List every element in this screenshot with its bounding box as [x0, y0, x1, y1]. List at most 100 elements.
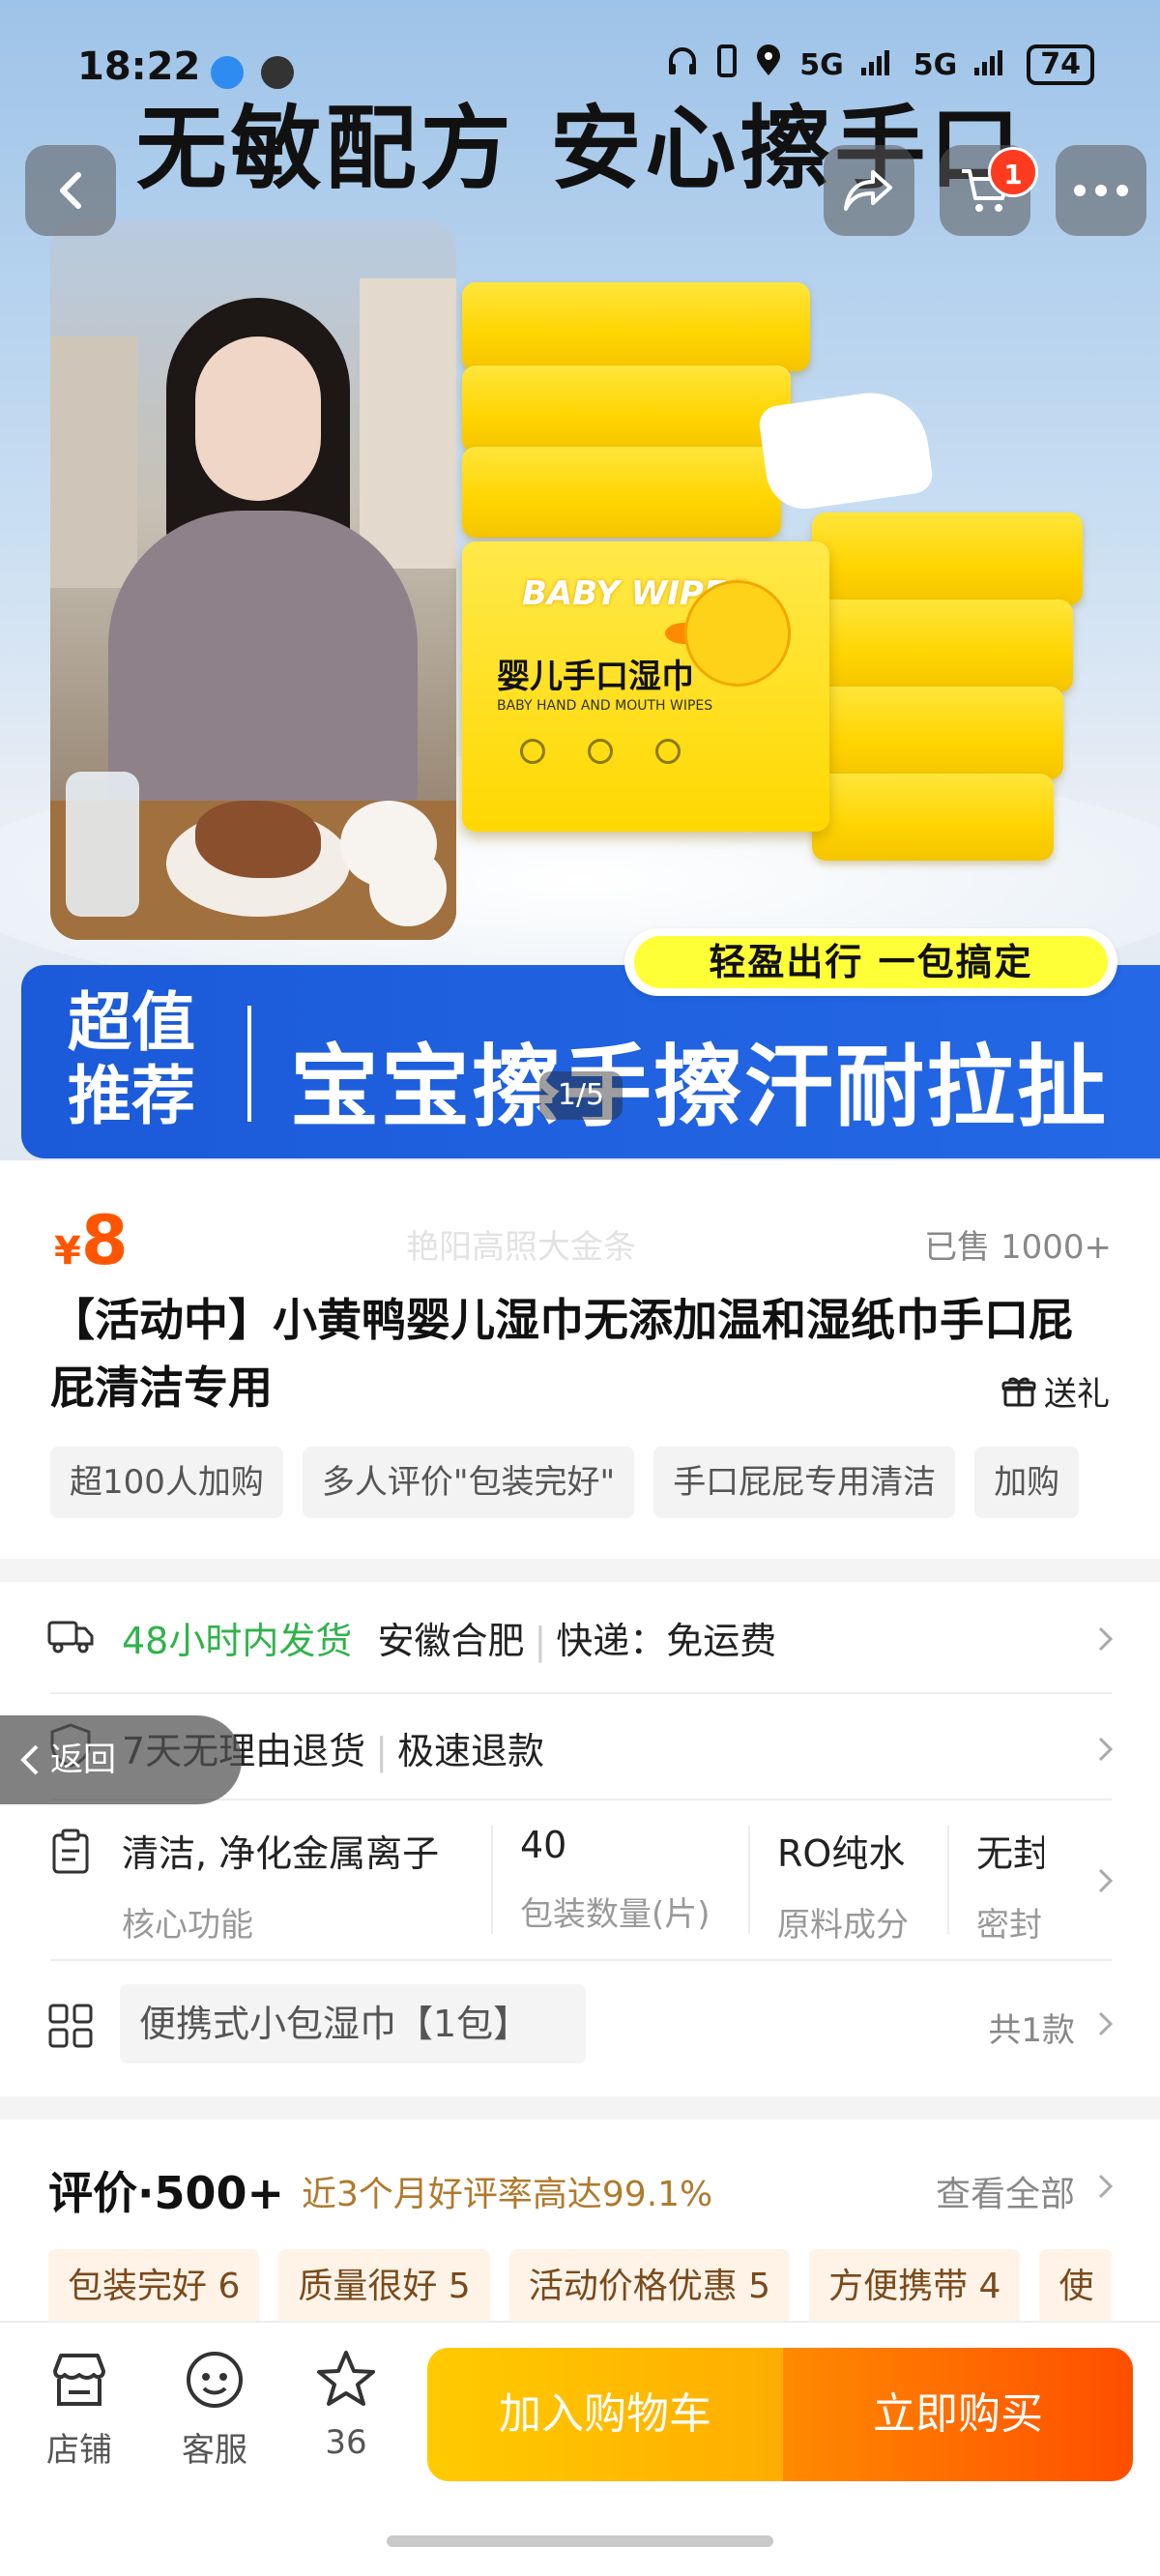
chevron-left-icon — [60, 172, 81, 209]
location-icon — [755, 44, 782, 85]
spec-item: 清洁, 净化金属离子 核心功能 — [122, 1824, 439, 1946]
wipes-pack-front: BABY WIPES 婴儿手口湿巾 BABY HAND AND MOUTH WI… — [462, 542, 829, 832]
signal-5g-2: 5G — [913, 47, 958, 82]
promo-label-line2: 推荐 — [68, 1059, 195, 1133]
promo-main-text: 宝宝擦手擦汗耐拉扯 — [290, 1036, 1109, 1139]
store-label: 店铺 — [46, 2431, 112, 2470]
smiley-service-icon — [187, 2352, 243, 2408]
signal-bars-icon — [860, 46, 896, 83]
tag-chip[interactable]: 加购 — [974, 1447, 1080, 1518]
promo-label-line1: 超值 — [68, 985, 195, 1060]
spec-item: RO纯水 原料成分 — [777, 1824, 909, 1946]
tag-chip[interactable]: 多人评价"包装完好" — [302, 1447, 635, 1518]
spec-label: 核心功能 — [122, 1906, 253, 1945]
variant-count: 共1款 — [988, 2011, 1075, 2050]
chevron-right-icon — [1098, 1737, 1114, 1762]
wipes-pack — [812, 687, 1063, 779]
review-chip[interactable]: 质量很好 5 — [278, 2249, 490, 2325]
favorite-button[interactable]: 36 — [288, 2348, 404, 2462]
spec-label: 包装数量(片) — [520, 1895, 710, 1934]
pack-sub-en: BABY HAND AND MOUTH WIPES — [497, 698, 713, 714]
shipping-row[interactable]: 48小时内发货 安徽合肥 | 快递：免运费 — [0, 1582, 1160, 1690]
spec-value: 40 — [520, 1824, 567, 1866]
vibrate-icon — [716, 44, 738, 85]
favorite-count: 36 — [325, 2423, 367, 2462]
shipping-location: 安徽合肥 — [377, 1620, 525, 1662]
feature-circle-icon — [588, 739, 613, 764]
chevron-right-icon — [1098, 2011, 1114, 2036]
section-divider — [0, 2096, 1160, 2120]
more-dots-icon — [1074, 185, 1128, 196]
tag-chip[interactable]: 超100人加购 — [50, 1447, 283, 1518]
review-tag-chips: 包装完好 6 质量很好 5 活动价格优惠 5 方便携带 4 使 — [48, 2249, 1112, 2325]
watermark-text: 艳阳高照大金条 — [406, 1228, 636, 1267]
refund-text: 极速退款 — [397, 1730, 545, 1772]
shipping-time: 48小时内发货 — [122, 1620, 353, 1662]
chevron-right-icon — [1098, 1868, 1114, 1893]
shipping-info: 48小时内发货 安徽合肥 | 快递：免运费 — [122, 1620, 777, 1662]
customer-service-button[interactable]: 客服 — [157, 2348, 273, 2471]
star-icon — [317, 2351, 375, 2406]
pack-name-cn: 婴儿手口湿巾 — [497, 658, 694, 696]
spec-label: 密封 — [976, 1906, 1042, 1945]
cart-count-badge: 1 — [988, 147, 1038, 197]
tagline-pill: 轻盈出行 一包搞定 — [624, 928, 1117, 996]
spec-value: 清洁, 净化金属离子 — [122, 1832, 440, 1875]
signal-5g-1: 5G — [799, 47, 844, 82]
gesture-notification-icon — [261, 56, 294, 89]
gift-button[interactable]: 送礼 — [1001, 1367, 1110, 1415]
promo-label: 超值 推荐 — [68, 986, 195, 1133]
headphones-icon — [666, 44, 699, 85]
feature-circle-icon — [655, 739, 681, 764]
wipes-pack — [462, 366, 791, 453]
delivery-truck-icon — [47, 1621, 94, 1654]
buy-now-button[interactable]: 立即购买 — [783, 2348, 1133, 2481]
tag-chips: 超100人加购 多人评价"包装完好" 手口屁屁专用清洁 加购 — [50, 1447, 1160, 1518]
status-time: 18:22 — [77, 44, 201, 89]
spec-value: 无封 — [976, 1832, 1044, 1875]
status-bar: 18:22 5G 5G 74 — [0, 39, 1160, 106]
shipping-express: 快递：免运费 — [556, 1620, 777, 1662]
share-icon — [844, 170, 892, 211]
product-image-carousel[interactable]: 无敏配方 安心擦手口 BABY WIPES 婴儿手口湿巾 BABY HAND A… — [0, 0, 1160, 1160]
store-button[interactable]: 店铺 — [21, 2348, 137, 2471]
wipes-pack — [462, 282, 810, 371]
review-chip[interactable]: 使 — [1039, 2249, 1112, 2325]
message-notification-icon — [211, 56, 244, 89]
spec-value: RO纯水 — [777, 1832, 906, 1875]
add-to-cart-button[interactable]: 加入购物车 — [427, 2348, 783, 2481]
return-floating-button[interactable]: 返回 — [0, 1715, 242, 1804]
wipe-tissue — [757, 385, 935, 514]
duck-mascot-icon — [684, 580, 791, 687]
spec-divider — [491, 1826, 493, 1934]
gift-label: 送礼 — [1044, 1375, 1110, 1414]
product-title: 【活动中】小黄鸭婴儿湿巾无添加温和湿纸巾手口屁屁清洁专用 — [50, 1294, 1073, 1414]
battery-indicator: 74 — [1027, 44, 1094, 85]
review-chip[interactable]: 方便携带 4 — [809, 2249, 1021, 2325]
feature-circle-icon — [520, 739, 545, 764]
tagline-text: 轻盈出行 一包搞定 — [634, 936, 1108, 988]
wipes-pack — [812, 600, 1073, 692]
reviews-title: 评价·500+ — [48, 2167, 285, 2219]
back-button[interactable] — [25, 145, 116, 236]
more-button[interactable] — [1056, 145, 1146, 236]
view-all-label: 查看全部 — [935, 2175, 1075, 2214]
status-indicators: 5G 5G 74 — [666, 44, 1094, 85]
row-divider — [50, 1959, 1112, 1961]
tag-chip[interactable]: 手口屁屁专用清洁 — [653, 1447, 956, 1518]
store-icon — [53, 2354, 105, 2406]
review-chip[interactable]: 包装完好 6 — [48, 2249, 260, 2325]
review-chip[interactable]: 活动价格优惠 5 — [508, 2249, 791, 2325]
signal-bars-icon — [974, 46, 1009, 83]
share-button[interactable] — [824, 145, 914, 236]
price-value: 8 — [80, 1201, 129, 1280]
price: ¥8 — [54, 1201, 129, 1280]
selected-variant[interactable]: 便携式小包湿巾【1包】 — [120, 1984, 586, 2064]
promo-divider — [247, 1006, 251, 1122]
chevron-left-icon — [20, 1744, 39, 1775]
wipes-pack — [812, 774, 1054, 861]
section-divider — [0, 1559, 1160, 1582]
grid-icon — [48, 2004, 93, 2048]
reviews-view-all[interactable]: 查看全部 — [936, 2166, 1075, 2216]
service-label: 客服 — [182, 2431, 247, 2470]
